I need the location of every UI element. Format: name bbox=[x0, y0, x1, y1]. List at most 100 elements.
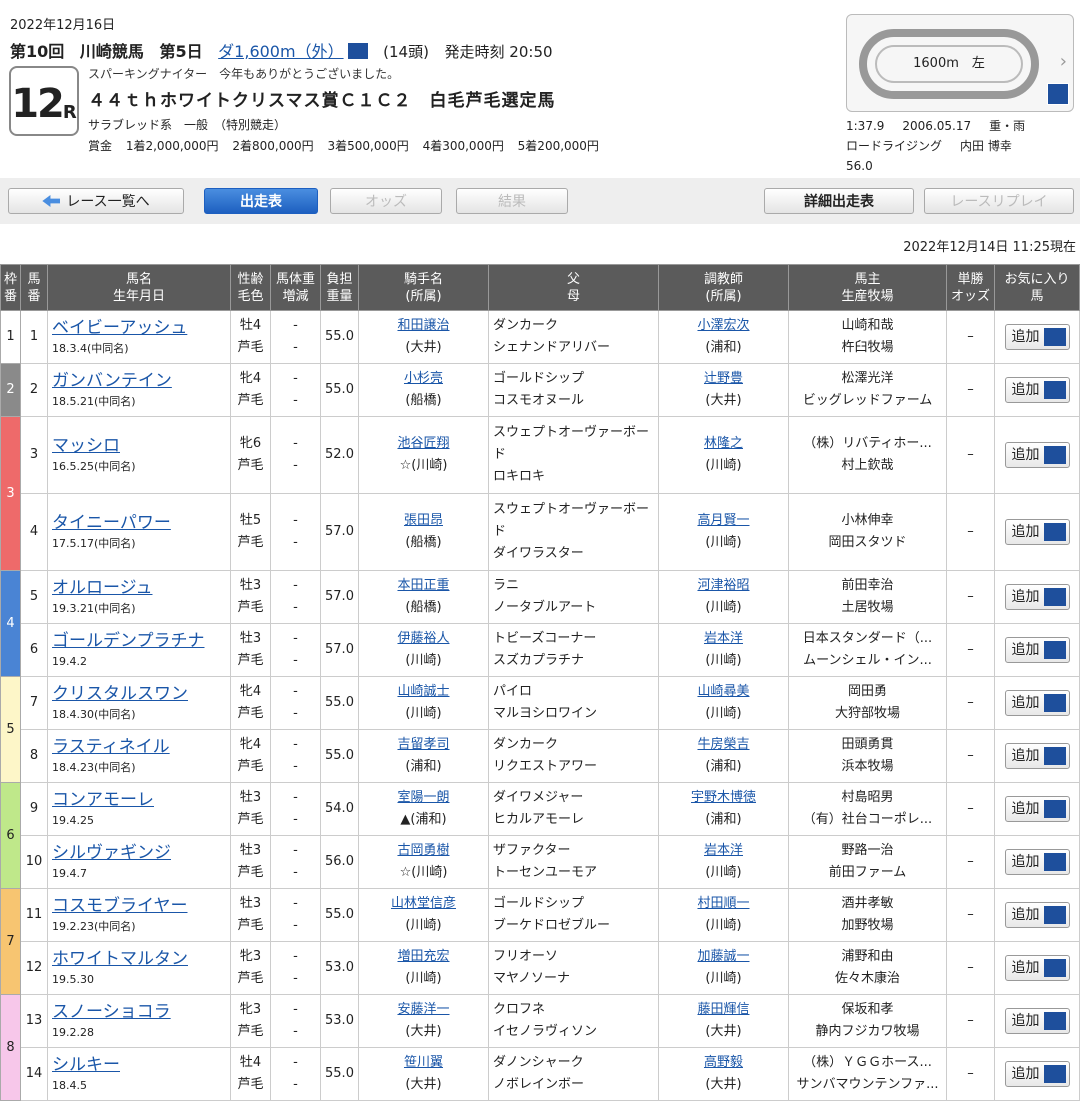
horse-name-cell: コンアモーレ 19.4.25 bbox=[47, 782, 231, 836]
favorite-cell: 追加 bbox=[994, 888, 1080, 942]
owner-cell: 岡田勇 大狩部牧場 bbox=[788, 676, 947, 730]
table-row: 5 7 クリスタルスワン 18.4.30(中同名) 牝4 芦毛 - -55.0 山崎誠士 (川崎)… bbox=[0, 676, 1080, 783]
jockey-link[interactable]: 池谷匠翔 bbox=[360, 433, 488, 455]
distance-link[interactable]: ダ1,600m（外） bbox=[218, 42, 343, 61]
add-favorite-button[interactable]: 追加 bbox=[1004, 584, 1070, 610]
trainer-link[interactable]: 林隆之 bbox=[660, 433, 788, 455]
horse-name-link[interactable]: ラスティネイル bbox=[52, 737, 170, 757]
add-favorite-button[interactable]: 追加 bbox=[1004, 1008, 1070, 1034]
add-favorite-button[interactable]: 追加 bbox=[1004, 849, 1070, 875]
jockey-affiliation: (川崎) bbox=[411, 458, 448, 473]
sex-age-cell: 牡5 芦毛 bbox=[230, 493, 271, 571]
horse-name-link[interactable]: クリスタルスワン bbox=[52, 684, 188, 704]
trainer-link[interactable]: 河津裕昭 bbox=[660, 575, 788, 597]
add-favorite-button[interactable]: 追加 bbox=[1004, 442, 1070, 468]
horse-name-link[interactable]: オルロージュ bbox=[52, 578, 152, 598]
add-favorite-button[interactable]: 追加 bbox=[1004, 796, 1070, 822]
favorite-cell: 追加 bbox=[994, 676, 1080, 730]
jockey-link[interactable]: 山崎誠士 bbox=[360, 681, 488, 703]
horse-name-link[interactable]: ガンバンテイン bbox=[52, 371, 172, 391]
add-favorite-button[interactable]: 追加 bbox=[1004, 637, 1070, 663]
tab-results[interactable]: 結果 bbox=[456, 188, 568, 214]
owner-name: 日本スタンダード（... bbox=[802, 631, 933, 646]
jockey-link[interactable]: 張田昂 bbox=[360, 510, 488, 532]
add-favorite-button[interactable]: 追加 bbox=[1004, 743, 1070, 769]
course-map-icon[interactable] bbox=[347, 43, 368, 59]
horse-name-link[interactable]: シルキー bbox=[52, 1055, 120, 1075]
burden-weight: 55.0 bbox=[320, 676, 359, 730]
sex-age-cell: 牡3 芦毛 bbox=[230, 623, 271, 677]
col-trainer: 調教師 (所属) bbox=[658, 264, 789, 311]
chevron-right-icon[interactable]: › bbox=[1060, 51, 1067, 72]
add-favorite-button[interactable]: 追加 bbox=[1004, 377, 1070, 403]
body-weight-cell: -- bbox=[270, 676, 321, 730]
back-to-race-list-button[interactable]: レース一覧へ bbox=[8, 188, 184, 214]
detail-entries-button[interactable]: 詳細出走表 bbox=[764, 188, 914, 214]
jockey-link[interactable]: 笹川翼 bbox=[360, 1052, 488, 1074]
jockey-link[interactable]: 伊藤裕人 bbox=[360, 628, 488, 650]
add-favorite-button[interactable]: 追加 bbox=[1004, 690, 1070, 716]
trainer-link[interactable]: 小澤宏次 bbox=[660, 315, 788, 337]
add-favorite-label: 追加 bbox=[1011, 1013, 1040, 1029]
jockey-affiliation-line: (大井) bbox=[360, 337, 488, 359]
col-weight: 馬体重 増減 bbox=[270, 264, 321, 311]
horse-name-cell: ベイビーアッシュ 18.3.4(中同名) bbox=[47, 310, 231, 364]
horse-name-link[interactable]: ゴールデンプラチナ bbox=[52, 631, 205, 651]
jockey-link[interactable]: 古岡勇樹 bbox=[360, 840, 488, 862]
horse-name-link[interactable]: スノーショコラ bbox=[52, 1002, 171, 1022]
coat-color: 芦毛 bbox=[237, 600, 264, 615]
horse-name-link[interactable]: コスモブライヤー bbox=[52, 896, 188, 916]
jockey-link[interactable]: 山林堂信彦 bbox=[360, 893, 488, 915]
jockey-link[interactable]: 増田充宏 bbox=[360, 946, 488, 968]
jockey-link[interactable]: 和田譲治 bbox=[360, 315, 488, 337]
tab-entries[interactable]: 出走表 bbox=[204, 188, 318, 214]
horse-name-link[interactable]: コンアモーレ bbox=[52, 790, 154, 810]
add-favorite-button[interactable]: 追加 bbox=[1004, 1061, 1070, 1087]
jockey-link[interactable]: 小杉亮 bbox=[360, 368, 488, 390]
jockey-cell: 本田正重 (船橋) bbox=[358, 570, 489, 624]
add-favorite-button[interactable]: 追加 bbox=[1004, 902, 1070, 928]
jockey-link[interactable]: 安藤洋一 bbox=[360, 999, 488, 1021]
race-replay-button[interactable]: レースリプレイ bbox=[924, 188, 1074, 214]
jockey-cell: 室陽一朗 ▲(浦和) bbox=[358, 782, 489, 836]
trainer-link[interactable]: 宇野木博徳 bbox=[660, 787, 788, 809]
trainer-link[interactable]: 岩本洋 bbox=[660, 628, 788, 650]
horse-name-link[interactable]: マッシロ bbox=[52, 436, 120, 456]
add-favorite-button[interactable]: 追加 bbox=[1004, 519, 1070, 545]
weight-change: - bbox=[293, 600, 298, 615]
trainer-link[interactable]: 高野毅 bbox=[660, 1052, 788, 1074]
owner-name: （株）ＹＧＧホース... bbox=[803, 1055, 932, 1070]
horse-name-link[interactable]: ベイビーアッシュ bbox=[52, 318, 187, 338]
trainer-link[interactable]: 牛房榮吉 bbox=[660, 734, 788, 756]
trainer-link[interactable]: 加藤誠一 bbox=[660, 946, 788, 968]
dam-name: ヒカルアモーレ bbox=[493, 812, 585, 827]
pedigree-cell: ダイワメジャー ヒカルアモーレ bbox=[488, 782, 659, 836]
horse-number: 5 bbox=[20, 570, 48, 624]
add-favorite-button[interactable]: 追加 bbox=[1004, 955, 1070, 981]
pedigree-cell: フリオーソ マヤノソーナ bbox=[488, 941, 659, 995]
jockey-link[interactable]: 本田正重 bbox=[360, 575, 488, 597]
sex-age: 牡4 bbox=[239, 318, 262, 333]
course-diagram[interactable]: 1600m 左 › bbox=[846, 14, 1074, 112]
horse-name-link[interactable]: シルヴァギンジ bbox=[52, 843, 171, 863]
waku-number: 4 bbox=[6, 615, 15, 631]
coat-color: 芦毛 bbox=[237, 812, 264, 827]
win-odds: – bbox=[946, 729, 995, 783]
prize-2nd: 2着800,000円 bbox=[232, 139, 314, 153]
horse-name-cell: ゴールデンプラチナ 19.4.2 bbox=[47, 623, 231, 677]
trainer-link[interactable]: 岩本洋 bbox=[660, 840, 788, 862]
jockey-link[interactable]: 吉留孝司 bbox=[360, 734, 488, 756]
horse-name-link[interactable]: ホワイトマルタン bbox=[52, 949, 188, 969]
add-favorite-label: 追加 bbox=[1011, 748, 1040, 764]
trainer-link[interactable]: 辻野豊 bbox=[660, 368, 788, 390]
add-favorite-button[interactable]: 追加 bbox=[1004, 324, 1070, 350]
trainer-link[interactable]: 藤田輝信 bbox=[660, 999, 788, 1021]
trainer-link[interactable]: 村田順一 bbox=[660, 893, 788, 915]
horse-name-link[interactable]: タイニーパワー bbox=[52, 513, 171, 533]
jockey-link[interactable]: 室陽一朗 bbox=[360, 787, 488, 809]
tab-odds[interactable]: オッズ bbox=[330, 188, 442, 214]
col-burden: 負担 重量 bbox=[320, 264, 359, 311]
trainer-link[interactable]: 山崎尋美 bbox=[660, 681, 788, 703]
sex-age-cell: 牝4 芦毛 bbox=[230, 729, 271, 783]
trainer-link[interactable]: 高月賢一 bbox=[660, 510, 788, 532]
